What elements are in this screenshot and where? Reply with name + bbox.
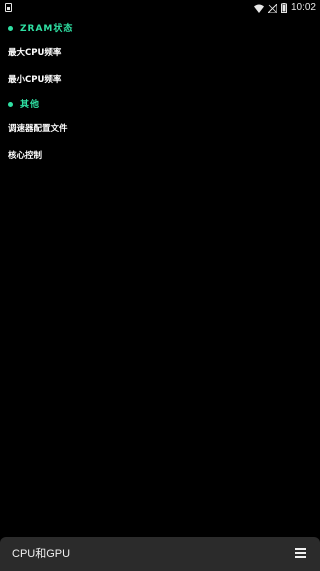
list-item-core-control[interactable]: 核心控制 (0, 143, 320, 170)
list-item-label: 核心控制 (8, 151, 43, 161)
status-time: 10:02 (290, 2, 316, 13)
list-item-max-cpu-freq[interactable]: 最大CPU频率 (0, 40, 320, 67)
list-item-label: 最小CPU频率 (8, 75, 62, 85)
battery-icon (280, 3, 287, 13)
section-header-other: 其他 (0, 94, 320, 116)
bottom-bar-title: CPU和GPU (12, 548, 71, 560)
bullet-dot-icon (8, 102, 13, 107)
signal-icon (267, 3, 277, 13)
screen: 10:02 ZRAM状态 最大CPU频率 最小CPU频率 其他 调速器配置文件 … (0, 0, 320, 571)
section-title: ZRAM状态 (20, 24, 74, 34)
bottom-app-bar: CPU和GPU (0, 537, 320, 571)
notification-icon (5, 3, 12, 12)
section-header-zram: ZRAM状态 (0, 18, 320, 40)
list-item-label: 最大CPU频率 (8, 48, 62, 58)
hamburger-menu-icon[interactable] (295, 548, 306, 558)
status-bar: 10:02 (0, 0, 320, 16)
list-item-label: 调速器配置文件 (8, 124, 68, 134)
list-item-min-cpu-freq[interactable]: 最小CPU频率 (0, 67, 320, 94)
status-icons: 10:02 (253, 1, 316, 15)
settings-list: ZRAM状态 最大CPU频率 最小CPU频率 其他 调速器配置文件 核心控制 (0, 18, 320, 170)
list-item-governor-profile[interactable]: 调速器配置文件 (0, 116, 320, 143)
section-title: 其他 (20, 100, 41, 110)
wifi-icon (253, 4, 264, 13)
bullet-dot-icon (8, 26, 13, 31)
